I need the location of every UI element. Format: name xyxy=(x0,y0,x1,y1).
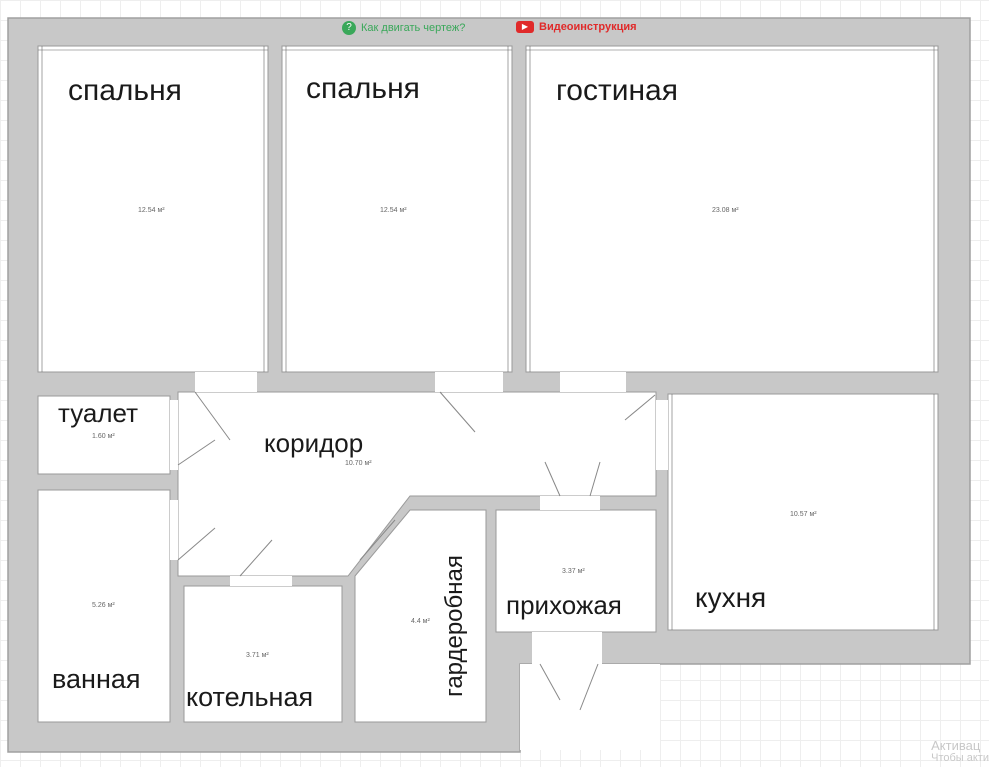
entrance-recess xyxy=(520,664,660,750)
area-bedroom1: 12.54 м² xyxy=(138,207,165,214)
area-corridor: 10.70 м² xyxy=(345,460,372,467)
label-bathroom: ванная xyxy=(52,664,141,694)
area-wardrobe: 4.4 м² xyxy=(411,618,430,625)
label-bedroom2: спальня xyxy=(306,72,420,105)
area-bedroom2: 12.54 м² xyxy=(380,207,407,214)
activation-watermark: Активац Чтобы акти xyxy=(931,738,989,764)
label-corridor: коридор xyxy=(264,428,364,458)
area-kitchen: 10.57 м² xyxy=(790,511,817,518)
label-living: гостиная xyxy=(556,74,678,107)
youtube-icon: ▶ xyxy=(516,21,534,33)
label-bedroom1: спальня xyxy=(68,74,182,107)
area-boiler: 3.71 м² xyxy=(246,652,269,659)
label-kitchen: кухня xyxy=(695,582,767,613)
area-living: 23.08 м² xyxy=(712,207,739,214)
area-toilet: 1.60 м² xyxy=(92,433,115,440)
label-wardrobe: гардеробная xyxy=(441,555,468,697)
video-link[interactable]: ▶ Видеоинструкция xyxy=(516,21,637,33)
label-hallway: прихожая xyxy=(506,590,622,620)
area-bathroom: 5.26 м² xyxy=(92,602,115,609)
label-toilet: туалет xyxy=(58,398,139,428)
floor-plan[interactable] xyxy=(0,0,989,767)
question-icon: ? xyxy=(342,21,356,35)
label-boiler: котельная xyxy=(186,682,314,712)
area-hallway: 3.37 м² xyxy=(562,568,585,575)
help-link[interactable]: ? Как двигать чертеж? xyxy=(342,21,465,35)
